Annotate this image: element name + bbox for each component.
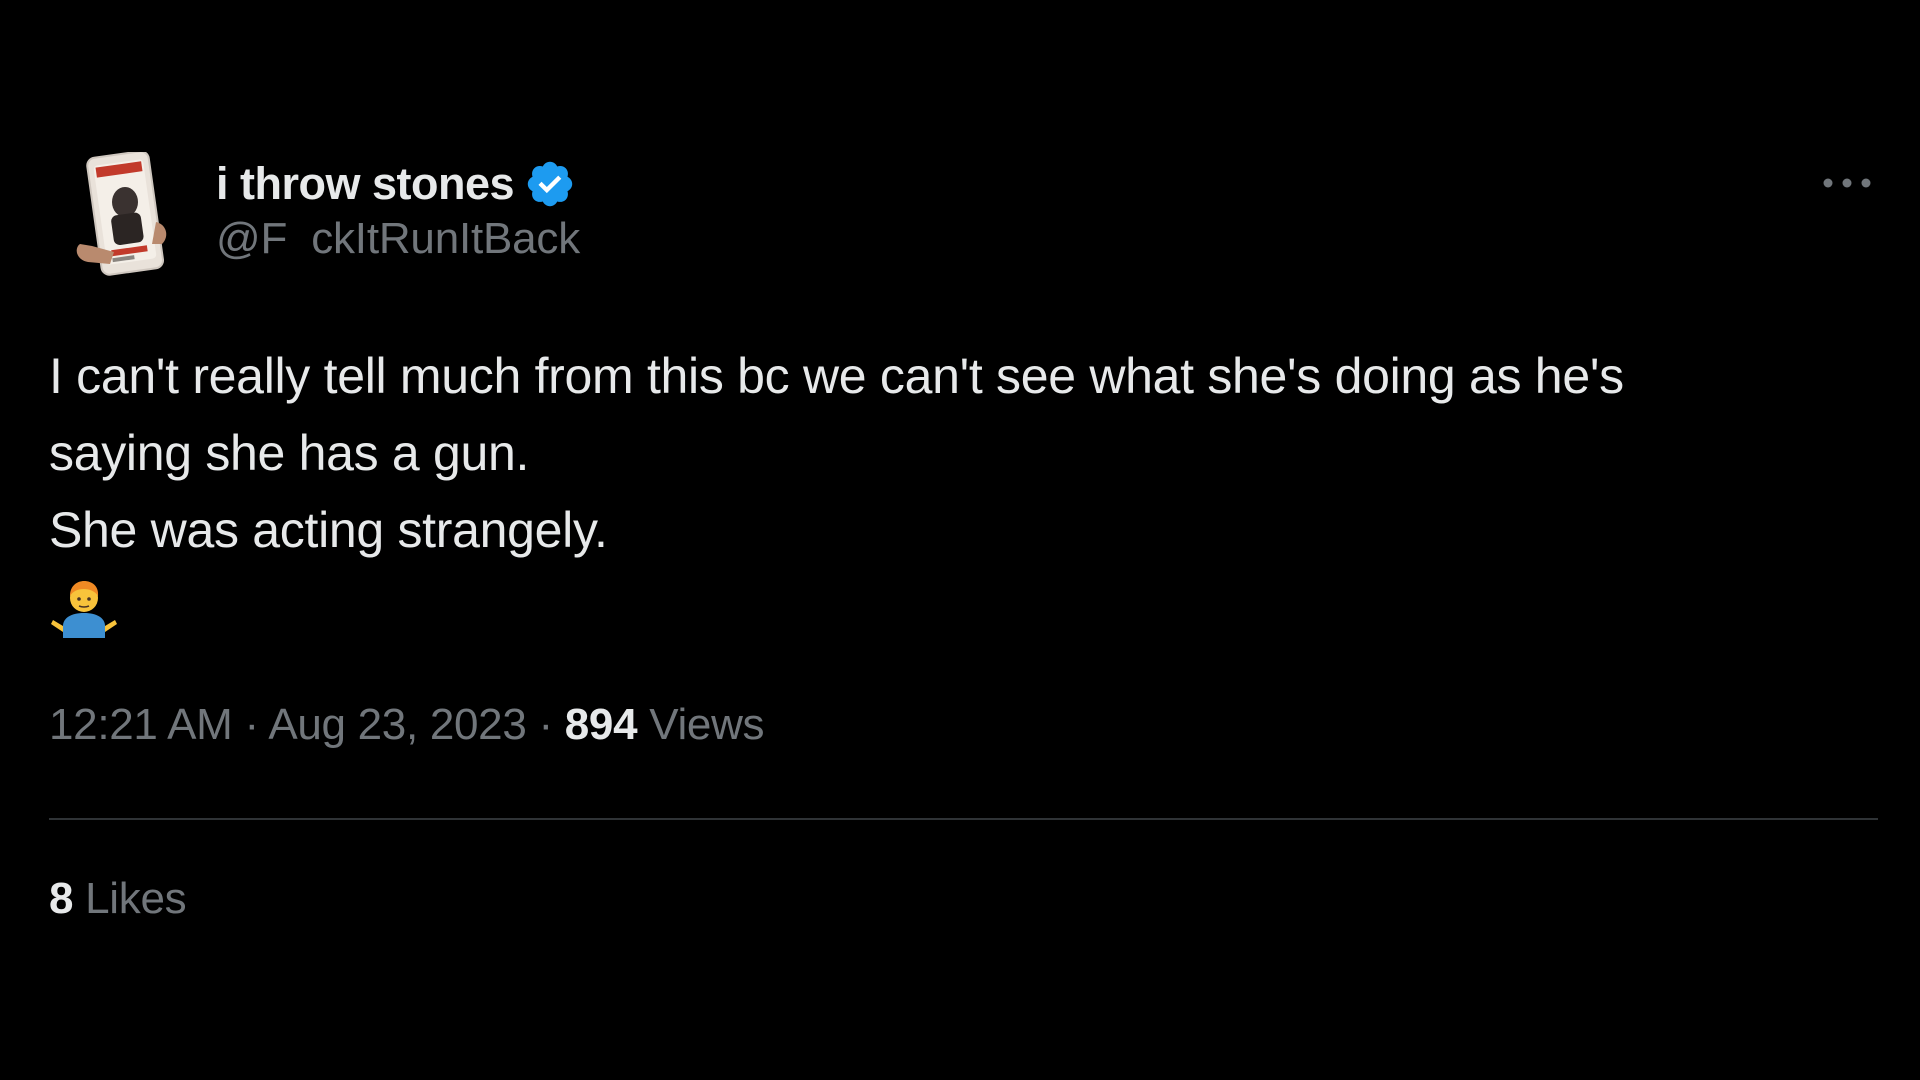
verified-badge-icon: [527, 161, 573, 207]
man-shrugging-emoji-icon: [51, 581, 117, 638]
more-options-icon[interactable]: [1820, 170, 1874, 196]
avatar[interactable]: [70, 152, 180, 282]
tweet-line: saying she has a gun.: [49, 425, 530, 481]
tweet-date[interactable]: Aug 23, 2023: [268, 700, 526, 749]
tweet-meta: 12:21 AM · Aug 23, 2023 · 894 Views: [49, 700, 765, 750]
tweet-line: I can't really tell much from this bc we…: [49, 348, 1624, 404]
likes-link[interactable]: 8 Likes: [49, 874, 187, 924]
handle[interactable]: @F ckItRunItBack: [216, 214, 580, 264]
tweet-card: i throw stones @F ckItRunItBack I can't …: [49, 0, 1878, 1080]
divider: [49, 818, 1878, 820]
views-count: 894: [564, 700, 638, 749]
tweet-text: I can't really tell much from this bc we…: [49, 338, 1879, 569]
display-name[interactable]: i throw stones: [216, 158, 515, 210]
tweet-line: She was acting strangely.: [49, 502, 608, 558]
likes-label: Likes: [85, 874, 187, 923]
name-row: i throw stones: [216, 156, 580, 212]
author-block: i throw stones @F ckItRunItBack: [216, 156, 580, 264]
meta-separator: ·: [538, 700, 553, 749]
likes-count: 8: [49, 874, 74, 923]
views-label: Views: [649, 700, 765, 749]
meta-separator: ·: [244, 700, 259, 749]
tweet-time[interactable]: 12:21 AM: [49, 700, 233, 749]
